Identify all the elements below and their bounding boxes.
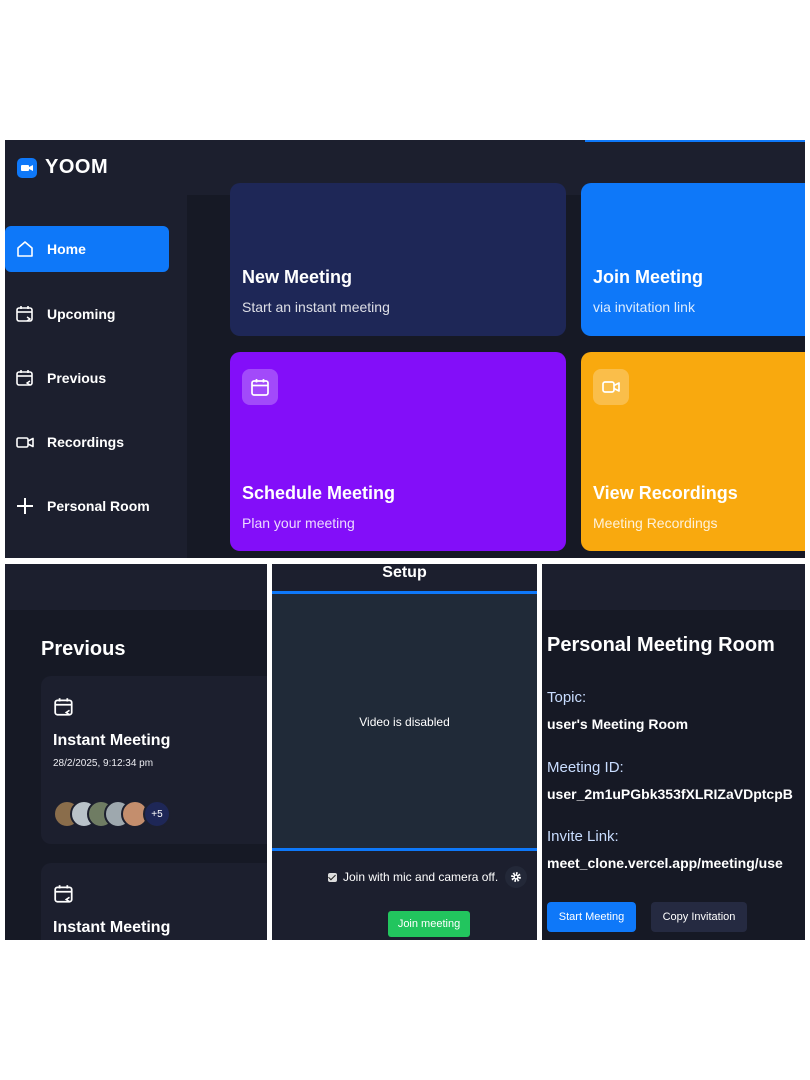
copy-invitation-button[interactable]: Copy Invitation	[651, 902, 747, 932]
home-icon	[15, 239, 35, 259]
card-subtitle: Plan your meeting	[242, 515, 355, 531]
sidebar-item-previous[interactable]: Previous	[5, 355, 169, 401]
video-icon	[593, 369, 629, 405]
new-meeting-card[interactable]: New Meeting Start an instant meeting	[230, 183, 566, 336]
card-title: Join Meeting	[593, 267, 704, 287]
sidebar-item-upcoming[interactable]: Upcoming	[5, 291, 169, 337]
topic-value: user's Meeting Room	[547, 716, 689, 732]
page-title: Previous	[41, 638, 126, 660]
plus-icon	[15, 496, 35, 516]
device-settings-button[interactable]	[505, 866, 527, 888]
video-status-text: Video is disabled	[359, 715, 450, 729]
invite-link-label: Invite Link:	[547, 828, 619, 845]
topic-label: Topic:	[547, 689, 587, 706]
checkbox-label: Join with mic and camera off.	[343, 870, 499, 884]
schedule-meeting-card[interactable]: Schedule Meeting Plan your meeting	[230, 352, 566, 551]
sidebar-item-recordings[interactable]: Recordings	[5, 419, 169, 465]
calendar-previous-icon	[53, 696, 75, 718]
sidebar-item-personal-room[interactable]: Personal Room	[5, 483, 169, 529]
calendar-icon	[242, 369, 278, 405]
sidebar: Home Upcoming Previous Recordings Person…	[5, 195, 187, 558]
top-navbar	[542, 564, 805, 610]
home-screen: YOOM Home Upcoming Previous Recordings P…	[5, 140, 805, 558]
meeting-card[interactable]: Instant Meeting 28/2/2025, 9:12:34 pm +5	[41, 676, 267, 844]
meeting-card[interactable]: Instant Meeting	[41, 863, 267, 940]
invite-link-value[interactable]: meet_clone.vercel.app/meeting/use	[547, 855, 783, 871]
view-recordings-card[interactable]: View Recordings Meeting Recordings	[581, 352, 805, 551]
calendar-previous-icon	[15, 368, 35, 388]
attendee-avatars: +5	[53, 800, 183, 828]
join-meeting-card[interactable]: Join Meeting via invitation link	[581, 183, 805, 336]
card-subtitle: Start an instant meeting	[242, 299, 390, 315]
meeting-title: Instant Meeting	[53, 732, 171, 749]
card-title: Schedule Meeting	[242, 483, 396, 503]
gear-icon	[510, 871, 522, 883]
sidebar-item-label: Recordings	[47, 434, 125, 450]
meeting-datetime: 28/2/2025, 9:12:34 pm	[53, 758, 154, 769]
brand-logo[interactable]: YOOM	[17, 156, 108, 179]
card-title: View Recordings	[593, 483, 738, 503]
sidebar-item-label: Upcoming	[47, 306, 116, 322]
card-subtitle: via invitation link	[593, 299, 695, 315]
calendar-upcoming-icon	[15, 304, 35, 324]
video-icon	[15, 432, 35, 452]
top-accent-line	[585, 140, 805, 142]
card-title: New Meeting	[242, 267, 353, 287]
extra-attendees-badge: +5	[143, 800, 171, 828]
mic-camera-off-option[interactable]: Join with mic and camera off.	[328, 870, 498, 884]
personal-room-screen: Personal Meeting Room Topic: user's Meet…	[542, 564, 805, 940]
sidebar-item-label: Previous	[47, 370, 107, 386]
page-title: Personal Meeting Room	[547, 634, 775, 656]
card-subtitle: Meeting Recordings	[593, 515, 718, 531]
meeting-id-label: Meeting ID:	[547, 759, 624, 776]
camera-logo-icon	[17, 157, 37, 178]
mic-camera-off-checkbox[interactable]	[328, 872, 337, 882]
sidebar-item-label: Home	[47, 241, 86, 257]
meeting-title: Instant Meeting	[53, 919, 171, 936]
meeting-setup-screen: Setup Video is disabled Join with mic an…	[272, 564, 537, 940]
start-meeting-button[interactable]: Start Meeting	[547, 902, 636, 932]
sidebar-item-home[interactable]: Home	[5, 226, 169, 272]
brand-name: YOOM	[45, 156, 109, 178]
video-preview: Video is disabled	[272, 591, 537, 851]
sidebar-item-label: Personal Room	[47, 498, 150, 514]
top-navbar	[5, 564, 267, 610]
previous-meetings-screen: Previous Instant Meeting 28/2/2025, 9:12…	[5, 564, 267, 940]
setup-title: Setup	[382, 564, 427, 581]
meeting-id-value: user_2m1uPGbk353fXLRIZaVDptcpB	[547, 786, 793, 802]
join-meeting-button[interactable]: Join meeting	[388, 911, 470, 937]
calendar-previous-icon	[53, 883, 75, 905]
